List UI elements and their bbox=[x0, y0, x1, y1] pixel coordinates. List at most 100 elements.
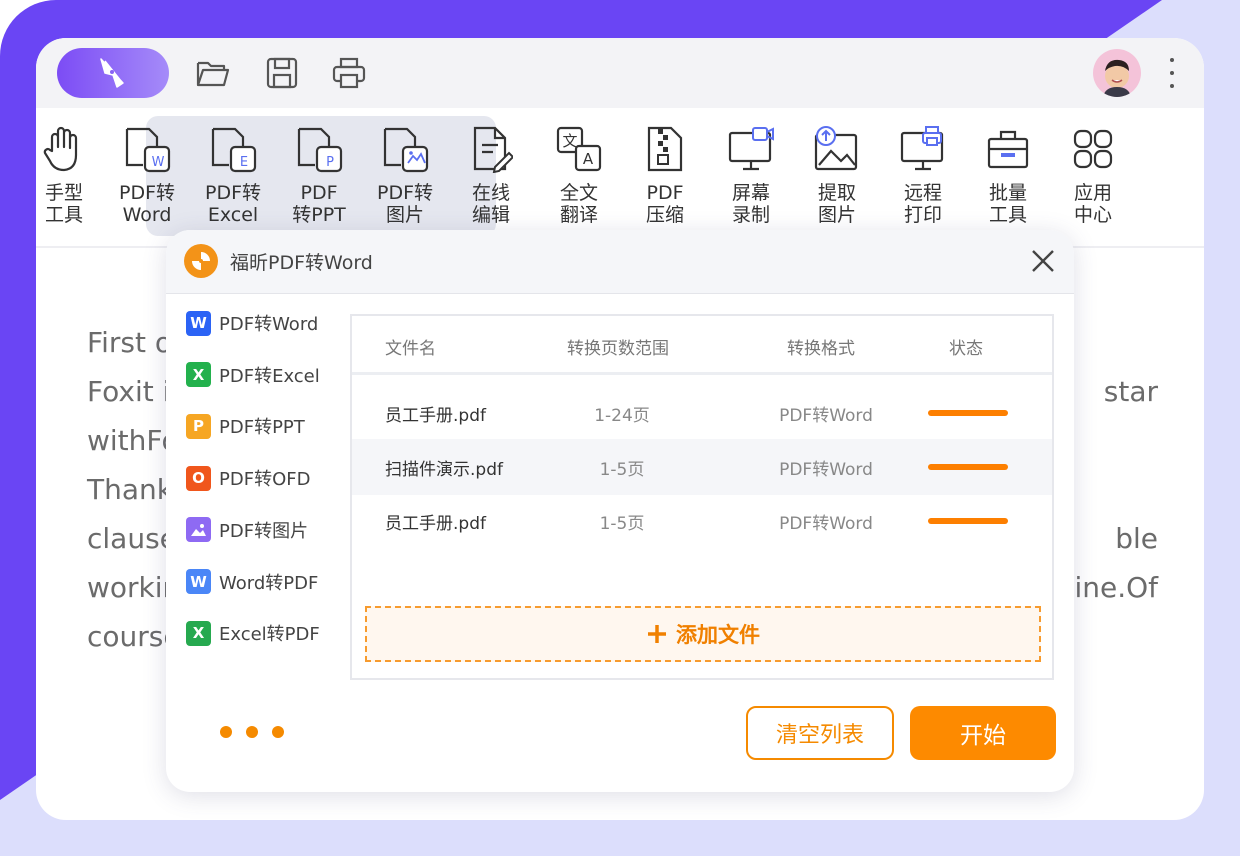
ribbon-item-label: PDF 转PPT bbox=[292, 182, 346, 226]
ribbon-item-hand[interactable]: 手型 工具 bbox=[22, 124, 106, 226]
start-button[interactable]: 开始 bbox=[910, 706, 1056, 760]
sidebar-item-label: Excel转PDF bbox=[219, 624, 320, 646]
more-dots-icon[interactable] bbox=[220, 726, 298, 738]
format-badge-icon: X bbox=[186, 362, 211, 388]
convert-dialog: 福昕PDF转Word W PDF转Word X PDF转Excel P PDF转PPT O P… bbox=[166, 230, 1074, 792]
table-row[interactable]: 员工手册.pdf 1-24页 PDF转Word bbox=[352, 385, 1052, 441]
document-line-right: line.Of bbox=[1066, 571, 1158, 604]
ribbon-item-pdf-to-excel[interactable]: E PDF转 Excel bbox=[191, 124, 275, 226]
ribbon-item-compress[interactable]: PDF 压缩 bbox=[623, 124, 707, 226]
page-range-cell: 1-5页 bbox=[599, 460, 645, 480]
ribbon-item-app-center[interactable]: 应用 中心 bbox=[1051, 124, 1135, 226]
document-line-right: ble bbox=[1115, 522, 1158, 555]
file-name-cell: 员工手册.pdf bbox=[385, 406, 486, 426]
ribbon-item-label: 在线 编辑 bbox=[471, 182, 510, 226]
table-row[interactable]: 扫描件演示.pdf 1-5页 PDF转Word bbox=[352, 439, 1052, 495]
svg-text:P: P bbox=[326, 155, 334, 170]
file-name-cell: 扫描件演示.pdf bbox=[385, 460, 503, 480]
document-line-left: Foxit i bbox=[87, 375, 171, 408]
sidebar-item-label: PDF转PPT bbox=[219, 417, 305, 439]
pdf-to-image-icon bbox=[363, 124, 447, 174]
sidebar-item[interactable]: W Word转PDF bbox=[186, 568, 336, 596]
ribbon-item-label: PDF转 图片 bbox=[376, 182, 434, 226]
extract-image-icon bbox=[795, 124, 879, 174]
folder-open-icon[interactable] bbox=[196, 56, 230, 90]
ribbon-item-translate[interactable]: 文 A 全文 翻译 bbox=[537, 124, 621, 226]
format-badge-icon: O bbox=[186, 465, 211, 491]
header-filename: 文件名 bbox=[385, 339, 436, 359]
sidebar-item-label: PDF转OFD bbox=[219, 469, 311, 491]
pen-logo-icon[interactable] bbox=[57, 48, 169, 98]
sidebar-item[interactable]: W PDF转Word bbox=[186, 309, 336, 337]
sidebar-item[interactable]: X PDF转Excel bbox=[186, 361, 336, 389]
add-file-button[interactable]: 添加文件 bbox=[365, 606, 1041, 662]
edit-document-icon bbox=[449, 124, 533, 174]
sidebar-item-label: PDF转图片 bbox=[219, 520, 309, 542]
plus-icon bbox=[648, 625, 666, 643]
sidebar-item[interactable]: PDF转图片 bbox=[186, 516, 336, 544]
status-progress-bar bbox=[928, 518, 1008, 524]
ribbon-item-remote-print[interactable]: 远程 打印 bbox=[881, 124, 965, 226]
sidebar-item[interactable]: P PDF转PPT bbox=[186, 412, 336, 440]
ribbon-item-pdf-to-word[interactable]: W PDF转 Word bbox=[105, 124, 189, 226]
foxit-logo-icon bbox=[184, 244, 218, 278]
ribbon-item-pdf-to-ppt[interactable]: P PDF 转PPT bbox=[277, 124, 361, 226]
close-icon[interactable] bbox=[1030, 248, 1056, 274]
app-center-icon bbox=[1051, 124, 1135, 174]
ribbon-item-label: 全文 翻译 bbox=[559, 182, 598, 226]
format-badge-icon: X bbox=[186, 620, 211, 646]
pdf-to-word-icon: W bbox=[105, 124, 189, 174]
format-badge-icon: W bbox=[186, 310, 211, 336]
top-toolbar bbox=[36, 38, 1204, 108]
dialog-header: 福昕PDF转Word bbox=[166, 230, 1074, 294]
format-cell: PDF转Word bbox=[779, 460, 873, 480]
ribbon-item-extract-image[interactable]: 提取 图片 bbox=[795, 124, 879, 226]
sidebar-item[interactable]: X Excel转PDF bbox=[186, 619, 336, 647]
clear-list-button[interactable]: 清空列表 bbox=[746, 706, 894, 760]
ribbon-item-label: PDF转 Word bbox=[118, 182, 176, 226]
remote-print-icon bbox=[881, 124, 965, 174]
ribbon-item-edit-document[interactable]: 在线 编辑 bbox=[449, 124, 533, 226]
ribbon-item-screen-record[interactable]: 屏幕 录制 bbox=[709, 124, 793, 226]
screen-record-icon bbox=[709, 124, 793, 174]
format-badge-icon: W bbox=[186, 569, 211, 594]
header-status: 状态 bbox=[949, 339, 983, 359]
dialog-title: 福昕PDF转Word bbox=[230, 252, 373, 274]
more-menu-icon[interactable] bbox=[1162, 58, 1182, 88]
svg-text:A: A bbox=[583, 150, 594, 168]
format-cell: PDF转Word bbox=[779, 406, 873, 426]
table-header-divider bbox=[352, 372, 1052, 375]
svg-text:W: W bbox=[152, 155, 165, 170]
svg-text:E: E bbox=[240, 155, 248, 170]
ribbon-item-label: PDF转 Excel bbox=[204, 182, 262, 226]
pdf-to-excel-icon: E bbox=[191, 124, 275, 174]
ribbon-item-label: PDF 压缩 bbox=[645, 182, 684, 226]
ribbon-item-label: 批量 工具 bbox=[988, 182, 1027, 226]
format-cell: PDF转Word bbox=[779, 514, 873, 534]
compress-icon bbox=[623, 124, 707, 174]
add-file-label: 添加文件 bbox=[676, 623, 760, 647]
ribbon-item-batch-tool[interactable]: 批量 工具 bbox=[966, 124, 1050, 226]
page-range-cell: 1-24页 bbox=[594, 406, 650, 426]
sidebar-item-label: Word转PDF bbox=[219, 572, 319, 594]
svg-text:文: 文 bbox=[562, 132, 577, 150]
document-line-left: Thank bbox=[87, 473, 173, 506]
batch-tool-icon bbox=[966, 124, 1050, 174]
table-row[interactable]: 员工手册.pdf 1-5页 PDF转Word bbox=[352, 493, 1052, 549]
sidebar-item[interactable]: O PDF转OFD bbox=[186, 464, 336, 492]
file-name-cell: 员工手册.pdf bbox=[385, 514, 486, 534]
ribbon-item-pdf-to-image[interactable]: PDF转 图片 bbox=[363, 124, 447, 226]
ribbon-item-label: 提取 图片 bbox=[817, 182, 856, 226]
document-line-right: star bbox=[1103, 375, 1158, 408]
save-icon[interactable] bbox=[265, 56, 299, 90]
print-icon[interactable] bbox=[332, 56, 366, 90]
header-format: 转换格式 bbox=[787, 339, 855, 359]
pdf-to-ppt-icon: P bbox=[277, 124, 361, 174]
avatar[interactable] bbox=[1093, 49, 1141, 97]
sidebar-item-label: PDF转Word bbox=[219, 314, 319, 335]
status-progress-bar bbox=[928, 464, 1008, 470]
document-line-left: clause bbox=[87, 522, 177, 555]
document-line-left: First o bbox=[87, 326, 172, 359]
file-table: 文件名 转换页数范围 转换格式 状态 员工手册.pdf 1-24页 PDF转Word… bbox=[350, 314, 1054, 680]
format-badge-icon: P bbox=[186, 413, 211, 439]
